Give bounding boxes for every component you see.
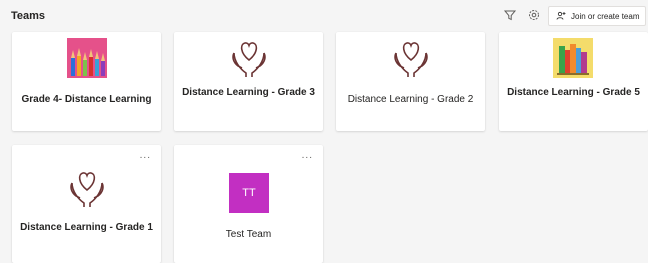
team-name: Distance Learning - Grade 1 bbox=[20, 222, 153, 233]
more-options-button[interactable]: ... bbox=[140, 150, 151, 161]
team-card[interactable]: Distance Learning - Grade 3 bbox=[174, 32, 323, 131]
filter-icon[interactable] bbox=[503, 8, 517, 22]
team-card[interactable]: Grade 4- Distance Learning bbox=[12, 32, 161, 131]
team-card[interactable]: Distance Learning - Grade 5 bbox=[499, 32, 648, 131]
heart-hands-icon bbox=[232, 42, 266, 77]
page-title: Teams bbox=[11, 10, 46, 22]
teams-header: Teams Join or create team bbox=[0, 0, 648, 32]
team-name: Grade 4- Distance Learning bbox=[21, 94, 152, 105]
people-add-icon bbox=[556, 11, 566, 20]
team-name: Distance Learning - Grade 5 bbox=[507, 87, 640, 98]
team-card[interactable]: ... Distance Learning - Grade 1 bbox=[12, 145, 161, 263]
team-avatar: TT bbox=[229, 173, 269, 213]
team-name: Test Team bbox=[225, 229, 272, 240]
more-options-button[interactable]: ... bbox=[302, 150, 313, 161]
heart-hands-icon bbox=[394, 42, 428, 77]
team-card[interactable]: ... TT Test Team bbox=[174, 145, 323, 263]
gear-icon[interactable] bbox=[527, 8, 541, 22]
heart-hands-icon bbox=[70, 172, 104, 207]
team-name: Distance Learning - Grade 3 bbox=[182, 87, 315, 98]
join-or-create-team-label: Join or create team bbox=[571, 11, 640, 21]
join-or-create-team-button[interactable]: Join or create team bbox=[548, 6, 646, 26]
team-card[interactable]: Distance Learning - Grade 2 bbox=[336, 32, 485, 131]
pencils-icon bbox=[67, 38, 107, 78]
team-name: Distance Learning - Grade 2 bbox=[347, 94, 474, 105]
books-icon bbox=[553, 38, 593, 78]
